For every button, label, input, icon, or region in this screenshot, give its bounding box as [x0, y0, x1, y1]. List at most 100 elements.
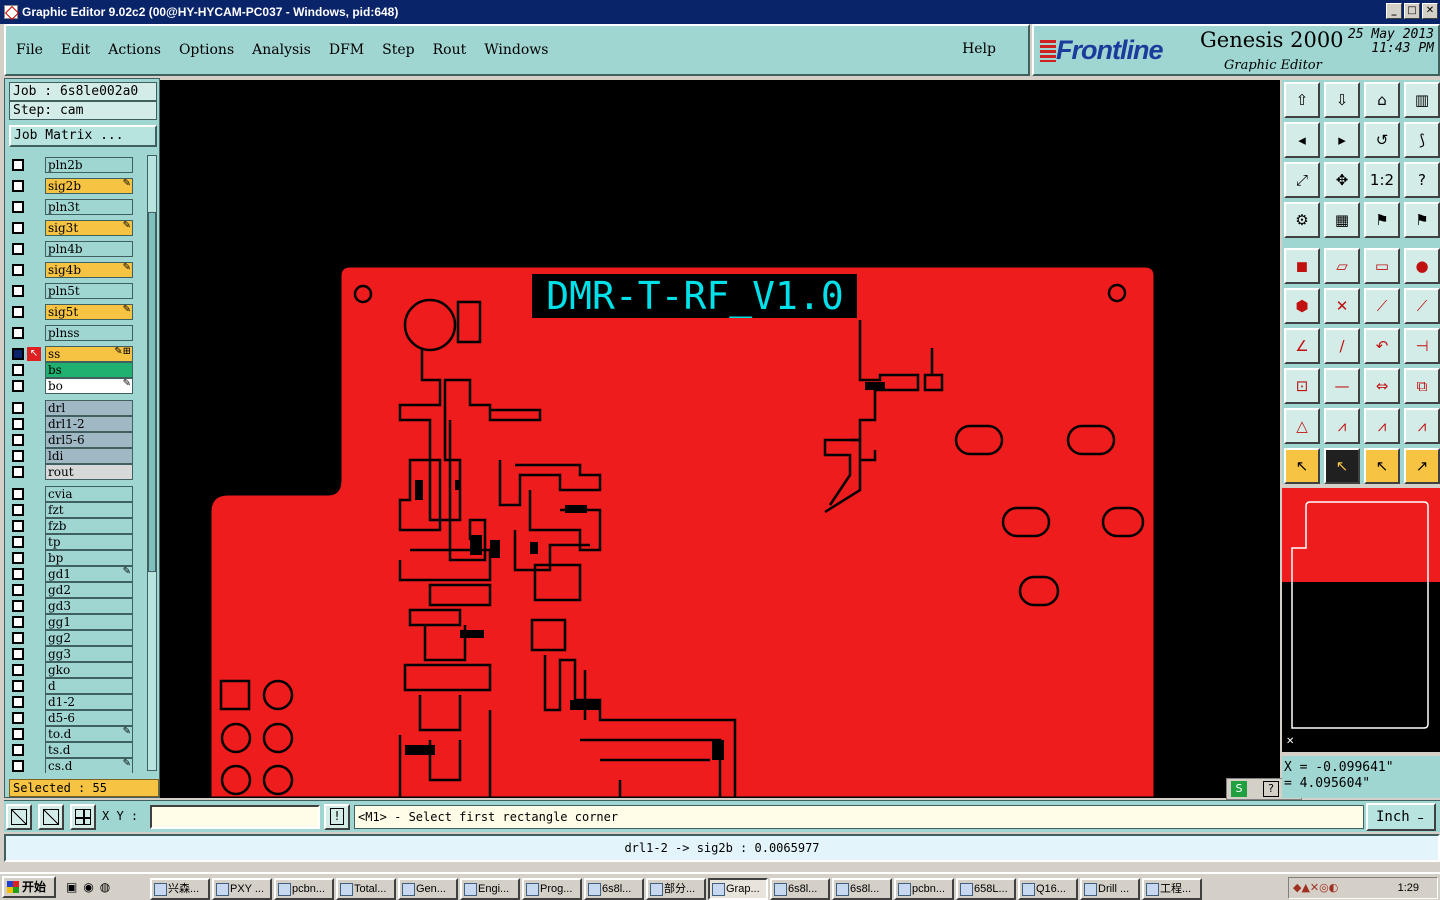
layer-name[interactable]: bp	[45, 550, 133, 566]
layer-name[interactable]: d	[45, 678, 133, 694]
layer-row-d[interactable]: d	[9, 678, 145, 694]
tool-triangle-d-button[interactable]: ⩘	[1404, 408, 1440, 444]
tool-fit-button[interactable]: ⤢	[1284, 162, 1320, 198]
layer-checkbox[interactable]	[12, 520, 24, 532]
layer-name[interactable]: gd2	[45, 582, 133, 598]
layer-row-gd3[interactable]: gd3	[9, 598, 145, 614]
layer-row-ldi[interactable]: ldi	[9, 448, 145, 464]
layer-name[interactable]: sig5t	[45, 304, 133, 320]
layer-name[interactable]: sig3t	[45, 220, 133, 236]
layer-checkbox[interactable]	[12, 180, 24, 192]
layer-name[interactable]: fzb	[45, 518, 133, 534]
exclamation-button[interactable]: !	[324, 804, 350, 830]
layer-name[interactable]: ts.d	[45, 742, 133, 758]
layer-checkbox[interactable]	[12, 584, 24, 596]
layer-row-gd2[interactable]: gd2	[9, 582, 145, 598]
menu-rout[interactable]: Rout	[433, 42, 467, 58]
layer-name[interactable]: gd3	[45, 598, 133, 614]
taskbar-item[interactable]: 658L...	[956, 878, 1016, 900]
layer-checkbox[interactable]	[12, 222, 24, 234]
taskbar-item[interactable]: pcbn...	[274, 878, 334, 900]
taskbar-item[interactable]: 6s8l...	[770, 878, 830, 900]
start-button[interactable]: 开始	[2, 876, 56, 898]
help-icon[interactable]: ?	[1263, 781, 1279, 797]
menu-dfm[interactable]: DFM	[329, 42, 364, 58]
tool-copy-button[interactable]: ⧉	[1404, 368, 1440, 404]
tool-flag-b-button[interactable]: ⚑	[1404, 202, 1440, 238]
layer-row-bs[interactable]: bs	[9, 362, 145, 378]
layer-row-drl5-6[interactable]: drl5-6	[9, 432, 145, 448]
layer-checkbox[interactable]	[12, 568, 24, 580]
layer-name[interactable]: sig2b	[45, 178, 133, 194]
layer-checkbox[interactable]	[12, 243, 24, 255]
layer-checkbox[interactable]	[12, 632, 24, 644]
job-matrix-button[interactable]: Job Matrix ...	[9, 125, 157, 147]
layer-checkbox[interactable]	[12, 450, 24, 462]
tool-pad-button[interactable]: ◼	[1284, 248, 1320, 284]
layer-name[interactable]: to.d	[45, 726, 133, 742]
tool-panel-button[interactable]: ▥	[1404, 82, 1440, 118]
layer-name[interactable]: plnss	[45, 325, 133, 341]
layer-row-ts-d[interactable]: ts.d	[9, 742, 145, 758]
tool-arc-button[interactable]: ↶	[1364, 328, 1400, 364]
tool-angle-button[interactable]: ∠	[1284, 328, 1320, 364]
layer-row-gg1[interactable]: gg1	[9, 614, 145, 630]
layer-checkbox[interactable]	[12, 466, 24, 478]
layer-name[interactable]: drl	[45, 400, 133, 416]
menu-actions[interactable]: Actions	[108, 42, 161, 58]
menu-step[interactable]: Step	[382, 42, 414, 58]
tool-tools-button[interactable]: ⚙	[1284, 202, 1320, 238]
layer-row-tp[interactable]: tp	[9, 534, 145, 550]
tool-line-a-button[interactable]: ⟋	[1364, 288, 1400, 324]
layer-row-cvia[interactable]: cvia	[9, 486, 145, 502]
snap-icon[interactable]: S	[1231, 781, 1247, 797]
taskbar-item[interactable]: Total...	[336, 878, 396, 900]
layer-name[interactable]: gg3	[45, 646, 133, 662]
layer-row-pln3t[interactable]: pln3t	[9, 199, 145, 215]
tool-back-button[interactable]: ◂	[1284, 122, 1320, 158]
overview-window[interactable]: ✕	[1282, 488, 1440, 752]
layer-row-to-d[interactable]: to.d ✎	[9, 726, 145, 742]
layer-name[interactable]: cvia	[45, 486, 133, 502]
layer-checkbox[interactable]	[12, 348, 24, 360]
tool-mirror-button[interactable]: ⊣	[1404, 328, 1440, 364]
taskbar-item[interactable]: Gen...	[398, 878, 458, 900]
layer-name[interactable]: drl5-6	[45, 432, 133, 448]
taskbar-item[interactable]: Engi...	[460, 878, 520, 900]
tool-flag-a-button[interactable]: ⚑	[1364, 202, 1400, 238]
layer-row-fzb[interactable]: fzb	[9, 518, 145, 534]
tool-forward-button[interactable]: ▸	[1324, 122, 1360, 158]
menu-windows[interactable]: Windows	[484, 42, 548, 58]
snap-grid-button[interactable]	[38, 804, 64, 830]
tool-dash-button[interactable]: —	[1324, 368, 1360, 404]
tool-select-box-button[interactable]: ▱	[1324, 248, 1360, 284]
taskbar-item[interactable]: Q16...	[1018, 878, 1078, 900]
layer-row-cs-d[interactable]: cs.d ✎	[9, 758, 145, 773]
taskbar-item[interactable]: pcbn...	[894, 878, 954, 900]
layer-checkbox[interactable]	[12, 380, 24, 392]
layer-checkbox[interactable]	[12, 159, 24, 171]
layer-row-gg3[interactable]: gg3	[9, 646, 145, 662]
taskbar-item[interactable]: Grap...	[708, 878, 768, 900]
tool-undo-button[interactable]: ↺	[1364, 122, 1400, 158]
tool-pointer-b-button[interactable]: ↖	[1324, 448, 1360, 484]
layer-row-rout[interactable]: rout	[9, 464, 145, 480]
layer-checkbox[interactable]	[12, 306, 24, 318]
layer-name[interactable]: gg1	[45, 614, 133, 630]
layer-checkbox[interactable]	[12, 327, 24, 339]
tool-open-button[interactable]: ⇧	[1284, 82, 1320, 118]
layer-checkbox[interactable]	[12, 600, 24, 612]
layer-name[interactable]: d1-2	[45, 694, 133, 710]
layer-row-bp[interactable]: bp	[9, 550, 145, 566]
tool-slash-button[interactable]: /	[1324, 328, 1360, 364]
maximize-button[interactable]: □	[1404, 3, 1420, 19]
menu-help[interactable]: Help	[962, 41, 996, 57]
layer-name[interactable]: gg2	[45, 630, 133, 646]
layer-name[interactable]: pln5t	[45, 283, 133, 299]
layer-name[interactable]: tp	[45, 534, 133, 550]
tool-span-button[interactable]: ⇔	[1364, 368, 1400, 404]
layer-checkbox[interactable]	[12, 504, 24, 516]
layer-name[interactable]: pln3t	[45, 199, 133, 215]
layer-checkbox[interactable]	[12, 418, 24, 430]
tool-ratio-button[interactable]: 1:2	[1364, 162, 1400, 198]
